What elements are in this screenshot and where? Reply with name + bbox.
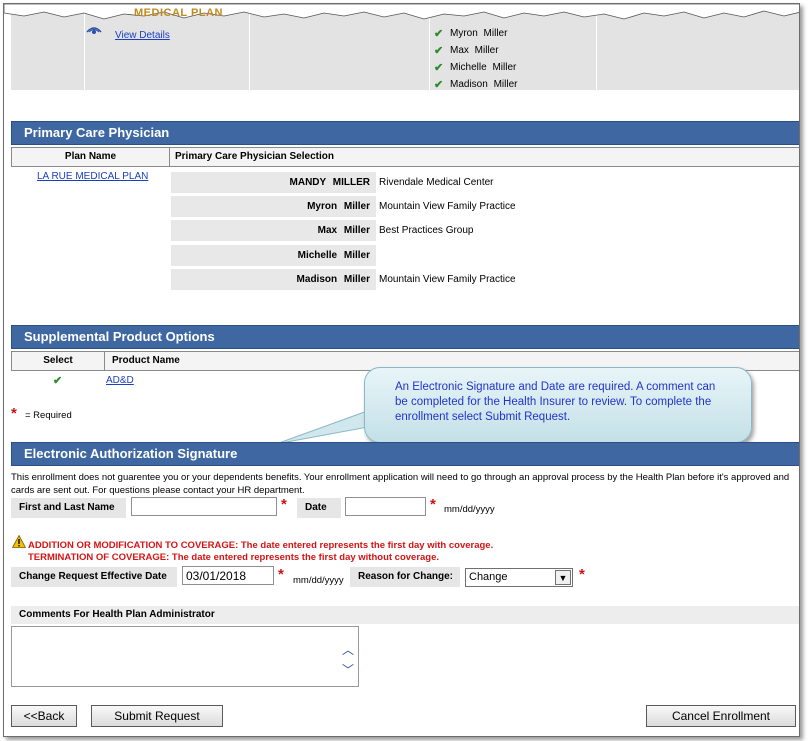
plan-name-fragment: MEDICAL PLAN	[134, 7, 223, 19]
scroll-down-icon[interactable]: ﹀	[342, 661, 354, 678]
pcp-member-label: Madison Miller	[171, 269, 376, 290]
comments-label: Comments For Health Plan Administrator	[11, 606, 799, 624]
required-asterisk-icon: *	[430, 496, 436, 513]
date-format-hint: mm/dd/yyyy	[444, 504, 495, 515]
name-input[interactable]	[131, 497, 277, 516]
list-item: ✔ Myron Miller	[434, 28, 508, 40]
supp-col-select: Select	[11, 351, 105, 371]
torn-edge-graphic	[4, 4, 799, 20]
submit-request-button[interactable]: Submit Request	[91, 705, 223, 727]
checkmark-icon: ✔	[434, 45, 444, 57]
warning-termination: TERMINATION OF COVERAGE: The date entere…	[28, 552, 440, 563]
signature-section-header: Electronic Authorization Signature	[11, 442, 799, 466]
pcp-plan-link[interactable]: LA RUE MEDICAL PLAN	[37, 171, 148, 182]
pcp-provider: Mountain View Family Practice	[379, 201, 516, 212]
checkmark-icon[interactable]: ✔	[53, 374, 69, 387]
reason-label: Reason for Change:	[350, 567, 460, 587]
supplemental-section-header: Supplemental Product Options	[11, 325, 799, 349]
product-link-add[interactable]: AD&D	[106, 375, 134, 386]
pcp-col-plan-name: Plan Name	[11, 147, 170, 167]
pcp-provider: Mountain View Family Practice	[379, 274, 516, 285]
pcp-member-label: Michelle Miller	[171, 245, 376, 266]
pcp-section-header: Primary Care Physician	[11, 121, 799, 145]
back-button[interactable]: <<Back	[11, 705, 77, 727]
enrollment-page: MEDICAL PLAN View Details ✔ Myron Miller …	[3, 3, 800, 737]
reason-select[interactable]: Change ▼	[465, 568, 573, 587]
name-label: First and Last Name	[11, 498, 126, 518]
effective-date-input[interactable]	[182, 566, 274, 585]
view-details-link[interactable]: View Details	[115, 30, 170, 41]
effective-date-label: Change Request Effective Date	[11, 567, 177, 587]
pcp-member-label: Max Miller	[171, 220, 376, 241]
required-asterisk-icon: *	[11, 405, 17, 422]
checkmark-icon: ✔	[434, 79, 444, 91]
effective-date-hint: mm/dd/yyyy	[293, 575, 344, 586]
pcp-member-label: Myron Miller	[171, 196, 376, 217]
warning-addition: ADDITION OR MODIFICATION TO COVERAGE: Th…	[28, 540, 494, 551]
required-asterisk-icon: *	[281, 496, 287, 513]
pcp-member-label: MANDY MILLER	[171, 172, 376, 193]
list-item: ✔ Madison Miller	[434, 79, 518, 91]
list-item: ✔ Max Miller	[434, 45, 499, 57]
help-callout: An Electronic Signature and Date are req…	[364, 367, 752, 443]
disclaimer-text: This enrollment does not guarentee you o…	[11, 472, 790, 496]
pcp-provider: Rivendale Medical Center	[379, 177, 494, 188]
chevron-down-icon[interactable]: ▼	[555, 570, 571, 585]
dependent-list: ✔ Myron Miller ✔ Max Miller ✔ Michelle Mill…	[434, 25, 517, 93]
required-asterisk-icon: *	[579, 566, 585, 583]
required-note: = Required	[25, 410, 72, 421]
checkmark-icon: ✔	[434, 62, 444, 74]
date-input[interactable]	[345, 497, 426, 516]
pcp-provider: Best Practices Group	[379, 225, 474, 236]
date-label: Date	[297, 498, 341, 518]
warning-icon	[12, 535, 26, 548]
scroll-up-icon[interactable]: ︿	[342, 641, 354, 658]
list-item: ✔ Michelle Miller	[434, 62, 517, 74]
pcp-col-selection: Primary Care Physician Selection	[169, 147, 799, 167]
comments-textarea[interactable]: ︿ ﹀	[11, 626, 359, 687]
required-asterisk-icon: *	[278, 566, 284, 583]
cancel-enrollment-button[interactable]: Cancel Enrollment	[646, 705, 796, 727]
checkmark-icon: ✔	[434, 28, 444, 40]
eye-icon[interactable]	[86, 24, 102, 36]
